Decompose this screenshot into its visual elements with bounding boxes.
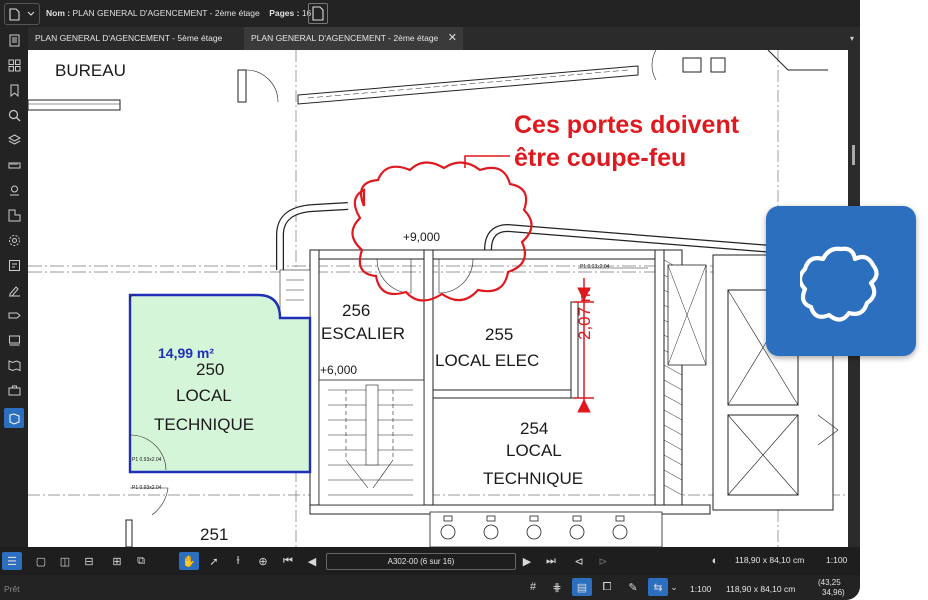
snap-to-content-icon[interactable]: ▤ bbox=[572, 578, 592, 596]
room-256-number: 256 bbox=[342, 301, 371, 320]
sidebar-toolchest-icon[interactable] bbox=[4, 380, 24, 400]
sidebar-sketch-icon[interactable] bbox=[4, 408, 24, 428]
close-icon[interactable]: ✕ bbox=[448, 27, 457, 50]
navigation-toolbar: ☰ ▢ ◫ ⊟ ⊞ ⧉ ✋ ➚ Ɨ ⊕ ⏮ ◀ A302-00 (6 sur 1… bbox=[0, 547, 860, 575]
door-tag: P1 0.93x2.04 bbox=[132, 485, 162, 491]
tab-label: PLAN GENERAL D'AGENCEMENT - 2ème étage bbox=[251, 33, 439, 43]
compare-icon[interactable]: ⧉ bbox=[132, 552, 150, 570]
snap-to-grid-icon[interactable]: ⋕ bbox=[548, 578, 566, 596]
annotation-text-line2[interactable]: être coupe-feu bbox=[514, 144, 686, 173]
previous-view-icon[interactable]: ⊲ bbox=[570, 552, 588, 570]
scrollbar-thumb[interactable] bbox=[852, 145, 855, 165]
tab-label: PLAN GENERAL D'AGENCEMENT - 5ème étage bbox=[35, 33, 223, 43]
sidebar-layers-icon[interactable] bbox=[4, 130, 24, 150]
door-tag: P1 0.93x2.04 bbox=[580, 264, 610, 270]
zoom-icon[interactable]: ⊕ bbox=[254, 552, 272, 570]
previous-page-icon[interactable]: ◀ bbox=[303, 552, 321, 570]
annotation-text-line1[interactable]: Ces portes doivent bbox=[514, 111, 739, 140]
status-size: 118,90 x 84,10 cm bbox=[726, 584, 796, 594]
level-marker-top: +9,000 bbox=[403, 230, 441, 244]
grid-icon[interactable]: # bbox=[524, 578, 542, 596]
status-bar: Prêt # ⋕ ▤ ⧠ ✎ ⇆ ⌄ 1:100 118,90 x 84,10 … bbox=[0, 575, 860, 600]
app-window: Nom : PLAN GENERAL D'AGENCEMENT - 2ème é… bbox=[0, 0, 860, 600]
sidebar-tag-icon[interactable] bbox=[4, 305, 24, 325]
cursor-coordinate-x: (43,25 bbox=[818, 578, 841, 587]
door-tag: P1 0.93x2.04 bbox=[132, 457, 162, 463]
next-view-icon[interactable]: ⊳ bbox=[594, 552, 612, 570]
dimension-label[interactable]: 2,07 m bbox=[575, 288, 595, 340]
markup-list-toggle-icon[interactable]: ☰ bbox=[2, 552, 22, 570]
room-250-name-line1: LOCAL bbox=[176, 386, 232, 405]
select-pointer-icon[interactable]: ➚ bbox=[205, 552, 223, 570]
left-sidebar bbox=[0, 27, 28, 547]
tab-2eme-etage[interactable]: PLAN GENERAL D'AGENCEMENT - 2ème étage ✕ bbox=[244, 27, 463, 50]
tab-list-chevron-icon[interactable]: ▾ bbox=[850, 27, 854, 50]
pan-hand-icon[interactable]: ✋ bbox=[179, 552, 199, 570]
cursor-coordinate-y: 34,96) bbox=[822, 588, 845, 597]
document-icon bbox=[9, 7, 20, 21]
room-254-number: 254 bbox=[520, 419, 549, 438]
room-255-number: 255 bbox=[485, 325, 514, 344]
document-name: PLAN GENERAL D'AGENCEMENT - 2ème étage bbox=[72, 8, 260, 18]
name-label: Nom : bbox=[46, 8, 71, 18]
reuse-markup-icon[interactable]: ✎ bbox=[624, 578, 642, 596]
next-page-icon[interactable]: ▶ bbox=[518, 552, 536, 570]
pages-label: Pages : bbox=[269, 8, 300, 18]
sidebar-area-icon[interactable] bbox=[4, 205, 24, 225]
page-size: 118,90 x 84,10 cm bbox=[735, 555, 805, 565]
room-256-name: ESCALIER bbox=[321, 324, 406, 343]
room-250-number: 250 bbox=[196, 360, 225, 379]
last-page-icon[interactable]: ⏭ bbox=[542, 552, 560, 570]
sidebar-markup-list-icon[interactable] bbox=[4, 255, 24, 275]
status-scale: 1:100 bbox=[690, 584, 712, 594]
first-page-icon[interactable]: ⏮ bbox=[279, 552, 297, 570]
page-scale: 1:100 bbox=[826, 555, 848, 565]
contrast-icon[interactable]: ◐ bbox=[706, 552, 724, 570]
cloud-tool-button[interactable] bbox=[766, 206, 916, 356]
sidebar-map-icon[interactable] bbox=[4, 355, 24, 375]
chevron-down-icon[interactable]: ⌄ bbox=[668, 578, 680, 596]
sidebar-document-icon[interactable] bbox=[4, 30, 24, 50]
room-250-name-line2: TECHNIQUE bbox=[154, 415, 255, 434]
sidebar-location-icon[interactable] bbox=[4, 180, 24, 200]
add-page-icon[interactable]: ⊞ bbox=[108, 552, 126, 570]
sidebar-thumbnails-icon[interactable] bbox=[4, 55, 24, 75]
split-horizontal-icon[interactable]: ⊟ bbox=[80, 552, 98, 570]
top-bar: Nom : PLAN GENERAL D'AGENCEMENT - 2ème é… bbox=[0, 0, 860, 27]
sidebar-stamp-icon[interactable] bbox=[4, 330, 24, 350]
room-251-number: 251 bbox=[200, 525, 229, 544]
sidebar-signature-icon[interactable] bbox=[4, 280, 24, 300]
room-250-area: 14,99 m² bbox=[158, 345, 215, 361]
page-number-field[interactable]: A302-00 (6 sur 16) bbox=[326, 553, 516, 570]
cloud-icon bbox=[800, 246, 879, 322]
document-meta: Nom : PLAN GENERAL D'AGENCEMENT - 2ème é… bbox=[46, 8, 311, 18]
sidebar-bookmark-icon[interactable] bbox=[4, 80, 24, 100]
single-page-icon[interactable]: ▢ bbox=[32, 552, 50, 570]
snap-to-markup-icon[interactable]: ⧠ bbox=[598, 578, 616, 596]
room-bureau-label: BUREAU bbox=[55, 61, 126, 80]
room-255-name: LOCAL ELEC bbox=[435, 351, 540, 370]
status-text: Prêt bbox=[4, 584, 20, 594]
sync-icon[interactable]: ⇆ bbox=[648, 578, 668, 596]
file-icon bbox=[312, 6, 324, 21]
tab-5eme-etage[interactable]: PLAN GENERAL D'AGENCEMENT - 5ème étage bbox=[28, 27, 243, 50]
room-254-name-line2: TECHNIQUE bbox=[483, 469, 584, 488]
room-254-name-line1: LOCAL bbox=[506, 441, 562, 460]
chevron-down-icon bbox=[27, 11, 35, 17]
sidebar-ruler-icon[interactable] bbox=[4, 155, 24, 175]
document-menu-button[interactable] bbox=[4, 3, 40, 25]
sidebar-settings-icon[interactable] bbox=[4, 230, 24, 250]
text-select-icon[interactable]: Ɨ bbox=[229, 552, 247, 570]
level-marker-stair: +6,000 bbox=[320, 363, 358, 377]
drawing-canvas[interactable]: BUREAU +9,000 256 ESCALIER 255 LOCAL ELE… bbox=[28, 50, 848, 547]
split-vertical-icon[interactable]: ◫ bbox=[56, 552, 74, 570]
document-tabs: PLAN GENERAL D'AGENCEMENT - 5ème étage P… bbox=[28, 27, 860, 50]
file-properties-button[interactable] bbox=[308, 3, 328, 24]
sidebar-search-icon[interactable] bbox=[4, 105, 24, 125]
